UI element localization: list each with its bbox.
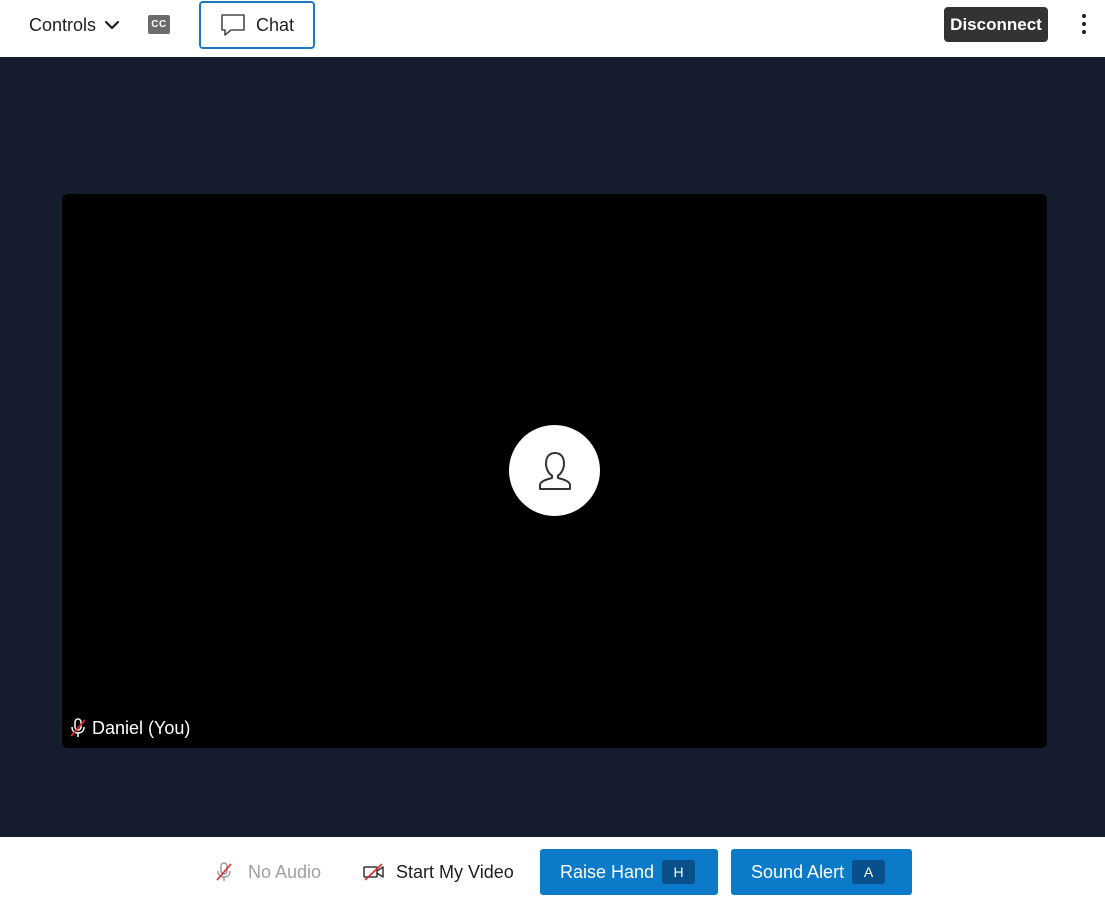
video-off-icon [363,863,384,881]
participant-name: Daniel (You) [92,717,191,738]
participant-name-tag: Daniel (You) [68,716,190,740]
mic-off-icon [216,862,232,881]
vertical-dots-icon [1082,14,1086,18]
chat-button[interactable]: Chat [199,1,315,49]
controls-menu-button[interactable]: Controls [29,11,120,39]
sound-alert-label: Sound Alert [751,861,845,882]
start-video-button[interactable]: Start My Video [362,859,514,885]
speech-bubble-icon [221,14,245,36]
bottom-toolbar: No Audio Start My Video Raise Hand H Sou… [0,837,1105,900]
participant-video-tile: Daniel (You) [62,194,1047,748]
sound-alert-shortcut-badge: A [852,860,886,884]
raise-hand-shortcut-badge: H [662,860,696,884]
disconnect-label: Disconnect [950,14,1042,34]
no-audio-label: No Audio [248,861,322,882]
participant-avatar [509,425,600,516]
controls-label: Controls [29,14,97,35]
raise-hand-label: Raise Hand [560,861,655,882]
mic-off-icon [70,718,86,737]
vertical-dots-icon [1082,22,1086,26]
chat-label: Chat [255,14,295,35]
vertical-dots-icon [1082,30,1086,34]
sound-alert-button[interactable]: Sound Alert A [731,849,912,895]
user-icon [538,451,571,490]
start-video-label: Start My Video [396,861,514,882]
raise-hand-button[interactable]: Raise Hand H [540,849,718,895]
cc-label: CC [151,19,167,30]
no-audio-button[interactable]: No Audio [214,859,321,885]
chevron-down-icon [104,20,120,30]
top-toolbar: Controls CC Chat Disconnect [0,0,1105,57]
closed-captions-button[interactable]: CC [148,15,170,34]
more-options-button[interactable] [1074,10,1094,38]
disconnect-button[interactable]: Disconnect [944,7,1048,42]
meeting-stage: Daniel (You) [0,57,1105,837]
